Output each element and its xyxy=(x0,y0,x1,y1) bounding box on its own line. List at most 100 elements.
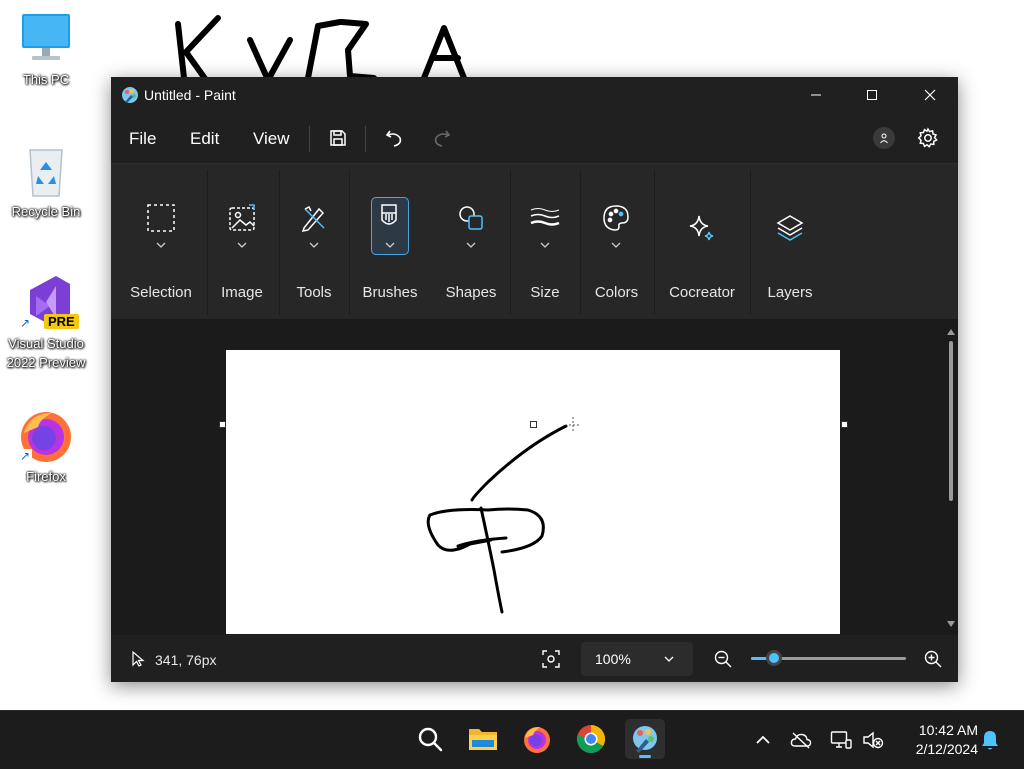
chrome-icon xyxy=(576,725,605,753)
canvas-area xyxy=(111,319,958,659)
chevron-down-icon[interactable] xyxy=(384,240,396,250)
save-button[interactable] xyxy=(325,125,351,151)
network-tray-button[interactable] xyxy=(830,729,852,751)
sparkle-icon xyxy=(682,208,722,248)
close-button[interactable] xyxy=(901,77,958,113)
taskbar-chrome[interactable] xyxy=(571,719,611,759)
zoom-in-button[interactable] xyxy=(921,647,945,671)
scrollbar-thumb[interactable] xyxy=(949,341,953,501)
cursor-position: 341, 76px xyxy=(155,652,217,668)
taskbar-clock[interactable]: 10:42 AM 2/12/2024 xyxy=(896,721,978,759)
title-bar[interactable]: Untitled - Paint xyxy=(111,77,958,113)
zoom-slider-thumb[interactable] xyxy=(766,650,783,666)
canvas-resize-handle[interactable] xyxy=(530,421,537,428)
ribbon-group-tools[interactable]: Tools xyxy=(279,164,349,319)
zoom-value: 100% xyxy=(595,651,631,667)
zoom-out-icon xyxy=(714,650,732,668)
account-button[interactable] xyxy=(873,127,895,149)
ribbon-group-selection[interactable]: Selection xyxy=(121,164,201,319)
taskbar-paint[interactable] xyxy=(625,719,665,759)
desktop-icon-label: Firefox xyxy=(26,469,66,484)
shapes-icon xyxy=(451,198,491,238)
minimize-icon xyxy=(811,94,821,96)
fit-to-window-button[interactable] xyxy=(539,647,563,671)
tools-icon xyxy=(294,198,334,238)
chevron-down-icon[interactable] xyxy=(539,240,551,250)
zoom-out-button[interactable] xyxy=(711,647,735,671)
menu-view[interactable]: View xyxy=(253,129,290,149)
ribbon-group-layers[interactable]: Layers xyxy=(750,164,830,319)
taskbar-file-explorer[interactable] xyxy=(463,719,503,759)
ribbon-label: Cocreator xyxy=(669,284,735,301)
visual-studio-icon: PRE ↗ xyxy=(16,272,79,332)
shortcut-arrow-icon: ↗ xyxy=(18,316,32,330)
canvas-resize-handle[interactable] xyxy=(841,421,848,428)
cursor-pointer-icon xyxy=(132,651,145,667)
ribbon-group-image[interactable]: Image xyxy=(207,164,277,319)
chevron-down-icon[interactable] xyxy=(610,240,622,250)
taskbar-firefox[interactable] xyxy=(517,719,557,759)
drawing-canvas[interactable] xyxy=(226,350,840,634)
search-icon xyxy=(418,727,443,752)
redo-button[interactable] xyxy=(429,125,455,151)
settings-button[interactable] xyxy=(915,125,941,151)
maximize-button[interactable] xyxy=(843,77,901,113)
desktop-icon-visual-studio[interactable]: PRE ↗ Visual Studio 2022 Preview xyxy=(1,272,91,372)
ribbon-group-size[interactable]: Size xyxy=(510,164,580,319)
palette-icon xyxy=(596,198,636,238)
chevron-down-icon xyxy=(664,656,674,662)
window-title: Untitled - Paint xyxy=(144,87,236,103)
chevron-down-icon[interactable] xyxy=(465,240,477,250)
close-icon xyxy=(924,89,936,101)
taskbar-search-button[interactable] xyxy=(410,719,450,759)
settings-icon xyxy=(917,127,938,148)
ribbon-label: Shapes xyxy=(445,284,497,301)
ribbon-group-cocreator[interactable]: Cocreator xyxy=(654,164,750,319)
monitor-icon xyxy=(16,8,76,68)
desktop-icon-this-pc[interactable]: This PC xyxy=(1,8,91,89)
maximize-icon xyxy=(867,90,877,100)
desktop-icon-label: 2022 Preview xyxy=(6,355,86,370)
undo-button[interactable] xyxy=(381,125,407,151)
desktop-icon-label: This PC xyxy=(22,72,70,87)
desktop-icon-firefox[interactable]: ↗ Firefox xyxy=(1,405,91,486)
volume-tray-button[interactable] xyxy=(862,729,884,751)
minimize-button[interactable] xyxy=(787,77,845,113)
menu-bar: File Edit View xyxy=(111,113,958,163)
show-hidden-icons-button[interactable] xyxy=(752,729,774,751)
desktop-icon-recycle-bin[interactable]: Recycle Bin xyxy=(1,140,91,221)
clock-time: 10:42 AM xyxy=(918,722,978,738)
vertical-scrollbar[interactable] xyxy=(946,325,956,631)
onedrive-tray-button[interactable] xyxy=(790,729,812,751)
zoom-dropdown[interactable]: 100% xyxy=(581,642,693,676)
paint-window: Untitled - Paint File Edit View Selectio… xyxy=(111,77,958,682)
ribbon-label: Size xyxy=(530,284,560,301)
notification-center-button[interactable] xyxy=(979,729,1001,751)
ribbon-group-colors[interactable]: Colors xyxy=(580,164,653,319)
file-explorer-icon xyxy=(469,729,497,750)
chevron-up-icon xyxy=(756,735,770,744)
save-icon xyxy=(330,130,346,146)
menu-edit[interactable]: Edit xyxy=(190,129,219,149)
ribbon-label: Colors xyxy=(594,284,639,301)
menu-file[interactable]: File xyxy=(129,129,156,149)
ribbon-group-shapes[interactable]: Shapes xyxy=(435,164,507,319)
fit-to-window-icon xyxy=(542,650,560,668)
scroll-up-arrow-icon[interactable] xyxy=(947,329,955,335)
paint-app-icon xyxy=(122,87,138,103)
chevron-down-icon[interactable] xyxy=(308,240,320,250)
menu-separator xyxy=(309,126,310,152)
brush-icon xyxy=(369,198,409,238)
desktop-icon-label: Visual Studio xyxy=(8,336,84,351)
canvas-resize-handle[interactable] xyxy=(219,421,226,428)
active-app-indicator xyxy=(639,755,651,758)
ribbon-group-brushes[interactable]: Brushes xyxy=(353,164,427,319)
chevron-down-icon[interactable] xyxy=(236,240,248,250)
size-icon xyxy=(525,198,565,238)
desktop-icon-label: Recycle Bin xyxy=(11,204,81,219)
redo-icon xyxy=(434,130,451,147)
scroll-down-arrow-icon[interactable] xyxy=(947,621,955,627)
account-icon xyxy=(880,133,888,144)
chevron-down-icon[interactable] xyxy=(155,240,167,250)
shortcut-arrow-icon: ↗ xyxy=(18,449,32,463)
